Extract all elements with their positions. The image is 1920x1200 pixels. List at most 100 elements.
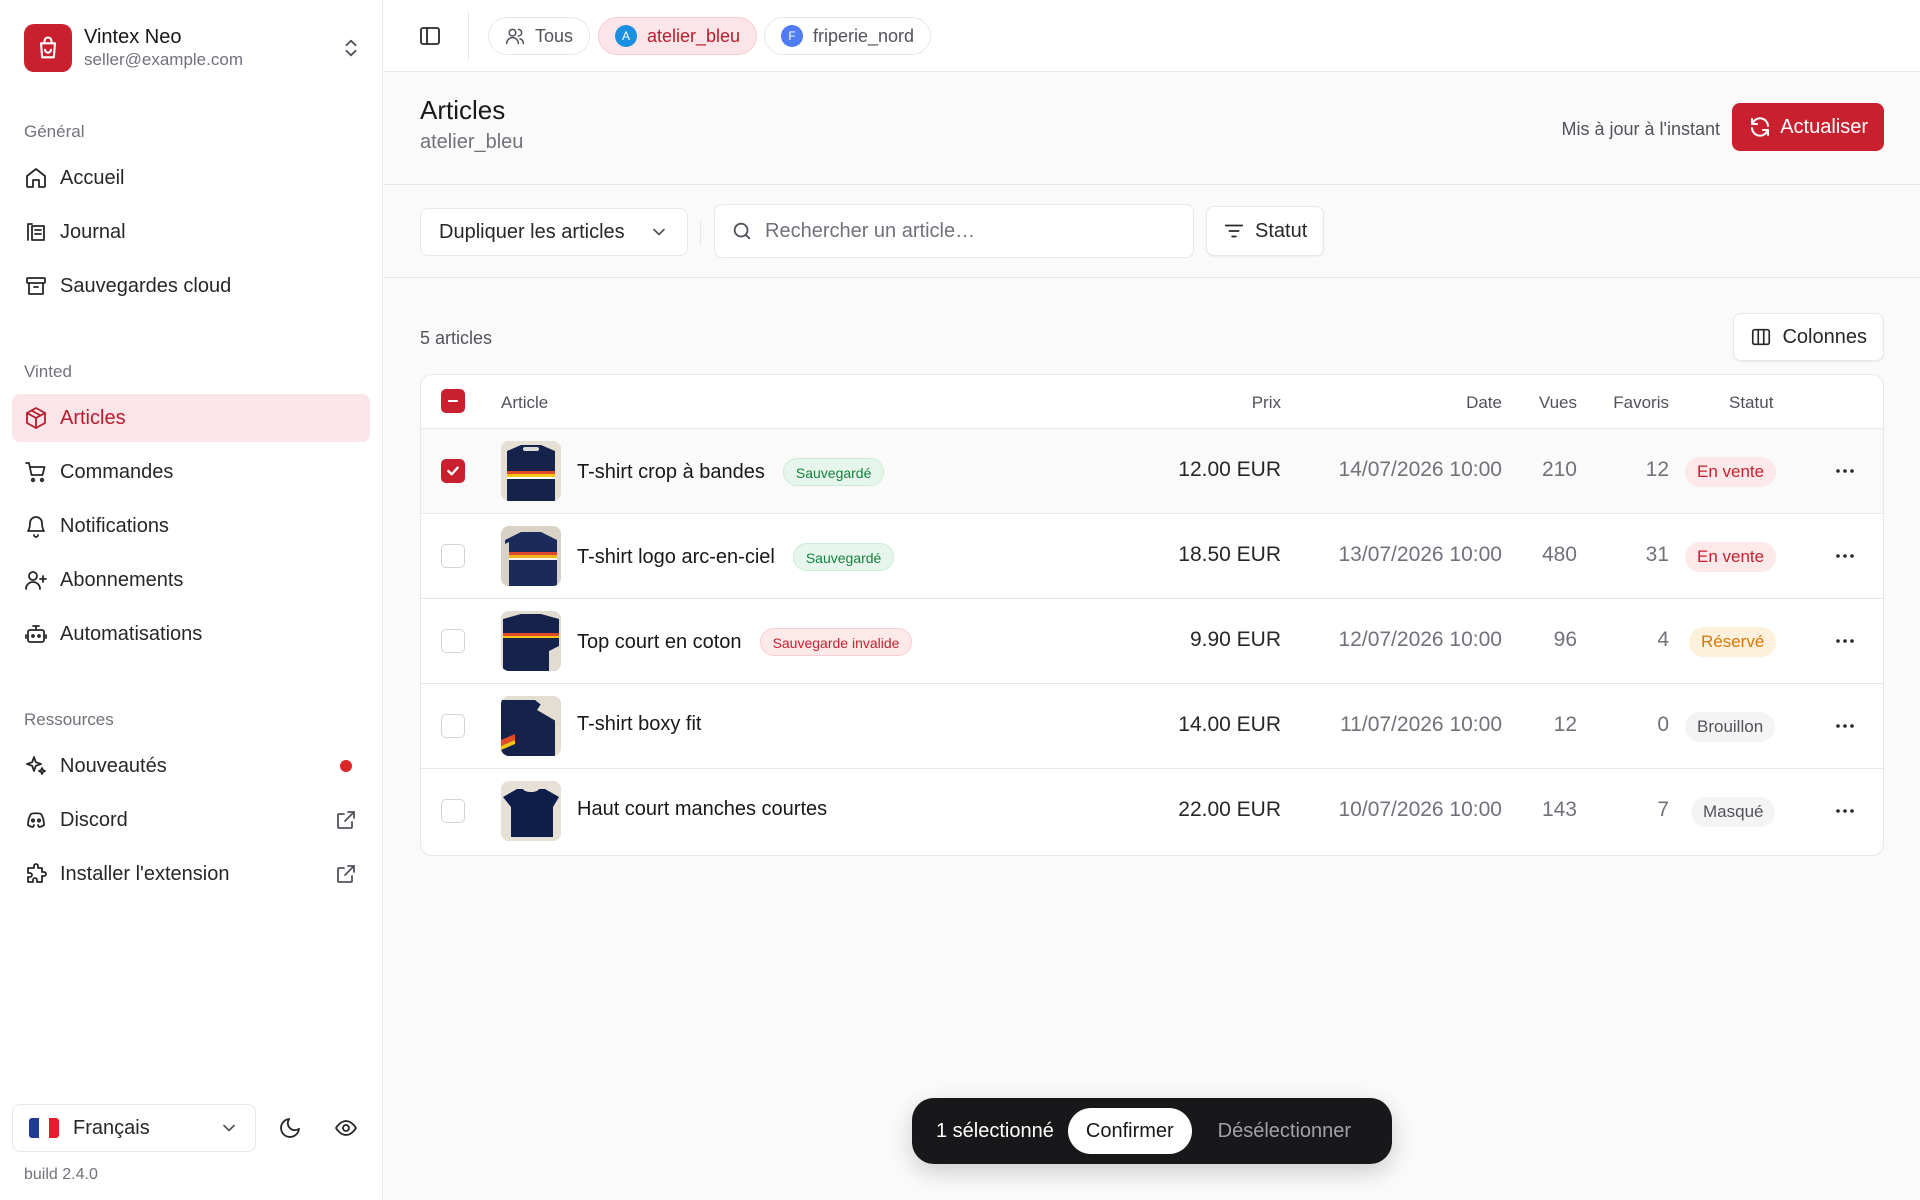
users-icon bbox=[505, 28, 525, 45]
column-header-article[interactable]: Article bbox=[501, 393, 548, 413]
sidebar-item-label: Automatisations bbox=[60, 622, 203, 645]
article-price: 18.50 EUR bbox=[1178, 543, 1281, 566]
package-icon bbox=[26, 407, 46, 429]
table-row[interactable]: T-shirt crop à bandes Sauvegardé 12.00 E… bbox=[421, 429, 1883, 514]
columns-button[interactable]: Colonnes bbox=[1733, 313, 1884, 361]
article-title[interactable]: T-shirt crop à bandes Sauvegardé bbox=[577, 458, 885, 486]
sidebar-item-installer-extension[interactable]: Installer l'extension bbox=[12, 850, 370, 898]
more-horizontal-icon bbox=[1836, 639, 1854, 643]
article-date: 13/07/2026 10:00 bbox=[1338, 543, 1503, 566]
sidebar-item-journal[interactable]: Journal bbox=[12, 208, 370, 256]
article-price: 22.00 EUR bbox=[1178, 798, 1281, 821]
more-horizontal-icon bbox=[1836, 724, 1854, 728]
article-title-text: T-shirt boxy fit bbox=[577, 713, 702, 735]
sidebar-item-label: Articles bbox=[60, 406, 126, 429]
eye-icon bbox=[335, 1120, 357, 1136]
row-checkbox[interactable] bbox=[441, 544, 465, 568]
account-switcher[interactable]: Vintex Neo seller@example.com bbox=[24, 22, 364, 74]
last-updated-text: Mis à jour à l'instant bbox=[1561, 119, 1720, 139]
search-input[interactable] bbox=[765, 219, 1177, 243]
refresh-button[interactable]: Actualiser bbox=[1732, 103, 1884, 151]
duplicate-label: Dupliquer les articles bbox=[439, 220, 625, 243]
minus-icon bbox=[447, 399, 459, 403]
row-actions-button[interactable] bbox=[1831, 797, 1859, 825]
status-filter-label: Statut bbox=[1255, 219, 1308, 242]
column-header-status[interactable]: Statut bbox=[1729, 393, 1773, 413]
topbar: Tous A atelier_bleu F friperie_nord bbox=[384, 0, 1920, 72]
account-filter-label: atelier_bleu bbox=[647, 25, 741, 46]
column-header-views[interactable]: Vues bbox=[1539, 393, 1577, 413]
row-checkbox[interactable] bbox=[441, 799, 465, 823]
shopping-bag-logo-icon bbox=[24, 24, 72, 72]
row-actions-button[interactable] bbox=[1831, 712, 1859, 740]
table-row[interactable]: T-shirt logo arc-en-ciel Sauvegardé 18.5… bbox=[421, 514, 1883, 599]
sidebar-item-nouveautes[interactable]: Nouveautés bbox=[12, 742, 370, 790]
avatar: A bbox=[615, 25, 637, 47]
select-all-checkbox[interactable] bbox=[441, 389, 465, 413]
status-badge: Masqué bbox=[1691, 797, 1776, 827]
home-icon bbox=[26, 168, 46, 188]
row-actions-button[interactable] bbox=[1831, 457, 1859, 485]
article-title[interactable]: Haut court manches courtes bbox=[577, 798, 827, 821]
duplicate-articles-select[interactable]: Dupliquer les articles bbox=[420, 208, 688, 256]
column-header-price[interactable]: Prix bbox=[1252, 393, 1281, 413]
confirm-button[interactable]: Confirmer bbox=[1067, 1108, 1192, 1154]
table-row[interactable]: Haut court manches courtes 22.00 EUR 10/… bbox=[421, 769, 1883, 854]
toggle-sidebar-button[interactable] bbox=[412, 18, 448, 54]
selection-count: 1 sélectionné bbox=[936, 1119, 1054, 1142]
table-row[interactable]: Top court en coton Sauvegarde invalide 9… bbox=[421, 599, 1883, 684]
page-header: Articles atelier_bleu Mis à jour à l'ins… bbox=[384, 73, 1920, 185]
table-row[interactable]: T-shirt boxy fit 14.00 EUR 11/07/2026 10… bbox=[421, 684, 1883, 769]
article-title[interactable]: T-shirt logo arc-en-ciel Sauvegardé bbox=[577, 543, 895, 571]
language-select[interactable]: Français bbox=[12, 1104, 256, 1152]
account-filter-label: friperie_nord bbox=[813, 25, 915, 46]
column-header-date[interactable]: Date bbox=[1466, 393, 1502, 413]
sidebar-item-articles[interactable]: Articles bbox=[12, 394, 370, 442]
article-title-text: T-shirt logo arc-en-ciel bbox=[577, 545, 775, 568]
check-icon bbox=[447, 466, 459, 476]
account-filter-friperie-nord[interactable]: F friperie_nord bbox=[764, 17, 932, 55]
article-views: 12 bbox=[1553, 713, 1577, 736]
chevron-down-icon bbox=[653, 228, 665, 236]
visibility-toggle[interactable] bbox=[328, 1110, 364, 1146]
discord-icon bbox=[27, 812, 45, 828]
article-title[interactable]: Top court en coton Sauvegarde invalide bbox=[577, 628, 913, 656]
article-favorites: 7 bbox=[1657, 798, 1669, 821]
sidebar-item-automatisations[interactable]: Automatisations bbox=[12, 610, 370, 658]
page-subtitle: atelier_bleu bbox=[420, 131, 524, 153]
unread-dot bbox=[340, 760, 352, 772]
sidebar-item-discord[interactable]: Discord bbox=[12, 796, 370, 844]
article-thumbnail bbox=[501, 696, 561, 756]
row-checkbox[interactable] bbox=[441, 629, 465, 653]
article-favorites: 0 bbox=[1657, 713, 1669, 736]
status-filter-button[interactable]: Statut bbox=[1206, 206, 1325, 256]
sidebar-item-commandes[interactable]: Commandes bbox=[12, 448, 370, 496]
row-actions-button[interactable] bbox=[1831, 627, 1859, 655]
dark-mode-toggle[interactable] bbox=[272, 1110, 308, 1146]
section-label-vinted: Vinted bbox=[24, 362, 72, 381]
sidebar-item-label: Commandes bbox=[60, 460, 174, 483]
account-filter-tous[interactable]: Tous bbox=[488, 17, 591, 55]
article-thumbnail bbox=[501, 781, 561, 841]
language-label: Français bbox=[73, 1116, 150, 1139]
filter-icon bbox=[1224, 224, 1244, 238]
deselect-button[interactable]: Désélectionner bbox=[1206, 1108, 1363, 1154]
search-icon bbox=[733, 222, 751, 240]
sidebar-item-abonnements[interactable]: Abonnements bbox=[12, 556, 370, 604]
row-checkbox[interactable] bbox=[441, 714, 465, 738]
article-title[interactable]: T-shirt boxy fit bbox=[577, 713, 701, 736]
column-header-favs[interactable]: Favoris bbox=[1613, 393, 1669, 413]
account-filter-atelier-bleu[interactable]: A atelier_bleu bbox=[598, 17, 758, 55]
sidebar-item-sauvegardes[interactable]: Sauvegardes cloud bbox=[12, 262, 370, 310]
archive-icon bbox=[26, 277, 46, 295]
sidebar-item-accueil[interactable]: Accueil bbox=[12, 154, 370, 202]
article-price: 12.00 EUR bbox=[1178, 458, 1281, 481]
more-horizontal-icon bbox=[1836, 554, 1854, 558]
log-icon bbox=[27, 223, 45, 241]
row-checkbox[interactable] bbox=[441, 459, 465, 483]
sidebar-item-notifications[interactable]: Notifications bbox=[12, 502, 370, 550]
status-badge: Réservé bbox=[1689, 627, 1777, 657]
article-favorites: 31 bbox=[1645, 543, 1669, 566]
article-title-text: T-shirt crop à bandes bbox=[577, 460, 765, 483]
row-actions-button[interactable] bbox=[1831, 542, 1859, 570]
